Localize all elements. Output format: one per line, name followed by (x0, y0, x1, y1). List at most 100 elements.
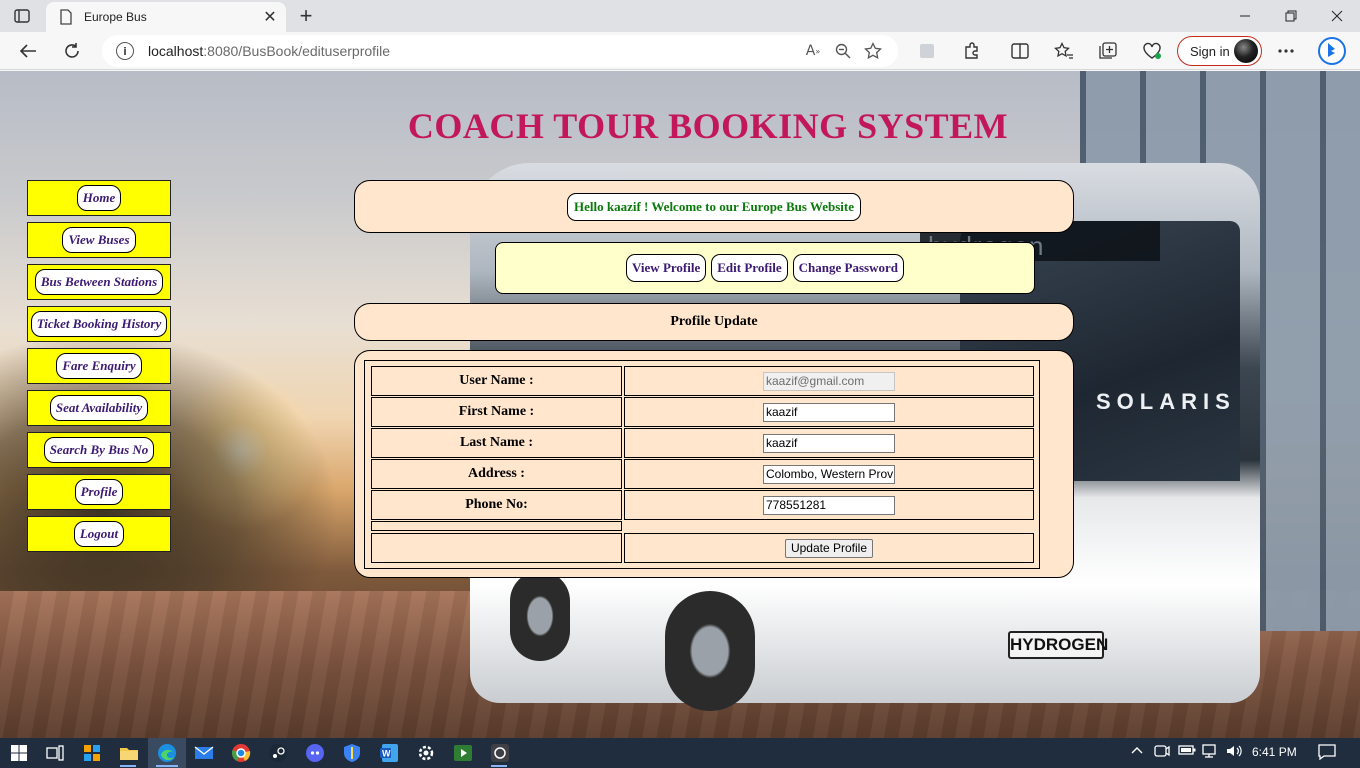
sidebar-item-profile[interactable]: Profile (27, 474, 171, 510)
battery-icon[interactable] (1178, 744, 1196, 760)
zoom-out-icon[interactable] (828, 39, 858, 63)
sidebar-item-home[interactable]: Home (27, 180, 171, 216)
mail-icon[interactable] (193, 742, 215, 764)
phone-no-field[interactable]: 778551281 (763, 495, 895, 515)
page-icon (60, 9, 72, 25)
tool-icon[interactable] (489, 742, 511, 764)
sidebar-item-ticket-booking-history[interactable]: Ticket Booking History (27, 306, 171, 342)
running-indicator (120, 765, 136, 767)
sidebar-item-label[interactable]: Bus Between Stations (34, 269, 164, 295)
table-row: Last Name : kaazif (371, 428, 1034, 458)
tab-actions-icon[interactable] (8, 6, 36, 26)
address-cell: Colombo, Western Prov (624, 459, 1034, 489)
word-icon[interactable]: W (378, 742, 400, 764)
first-name-field[interactable]: kaazif (763, 402, 895, 422)
chevron-up-icon[interactable] (1130, 744, 1144, 760)
sidebar-item-view-buses[interactable]: View Buses (27, 222, 171, 258)
browser-tab-bar: Europe Bus ✕ + (0, 0, 1360, 32)
user-name-cell: kaazif@gmail.com (624, 366, 1034, 396)
user-name-label: User Name : (371, 366, 622, 396)
background-bus-wheel (665, 591, 755, 711)
welcome-panel: Hello kaazif ! Welcome to our Europe Bus… (354, 180, 1074, 233)
sidebar-item-fare-enquiry[interactable]: Fare Enquiry (27, 348, 171, 384)
meet-now-icon[interactable] (1154, 744, 1170, 762)
browser-tab[interactable]: Europe Bus ✕ (46, 2, 286, 32)
sidebar-nav: Home View Buses Bus Between Stations Tic… (27, 180, 171, 558)
form-table: User Name : kaazif@gmail.com First Name … (364, 360, 1040, 569)
phone-no-label: Phone No: (371, 490, 622, 520)
sidebar-item-label[interactable]: Home (76, 185, 122, 211)
update-profile-button[interactable]: Update Profile (784, 538, 874, 558)
last-name-cell: kaazif (624, 428, 1034, 458)
sidebar-item-label[interactable]: Search By Bus No (43, 437, 155, 463)
steam-icon[interactable] (267, 742, 289, 764)
file-explorer-icon[interactable] (118, 742, 140, 764)
collections-icon[interactable] (1094, 38, 1122, 64)
last-name-field[interactable]: kaazif (763, 433, 895, 453)
new-tab-button[interactable]: + (294, 3, 318, 28)
table-row-spacer (371, 521, 1033, 531)
sidebar-item-seat-availability[interactable]: Seat Availability (27, 390, 171, 426)
browser-essentials-icon[interactable] (1138, 38, 1166, 64)
table-row: First Name : kaazif (371, 397, 1034, 427)
sidebar-item-bus-between-stations[interactable]: Bus Between Stations (27, 264, 171, 300)
media-icon[interactable] (452, 742, 474, 764)
site-info-icon[interactable]: i (116, 42, 134, 60)
favorite-star-icon[interactable] (858, 39, 888, 63)
address-url[interactable]: localhost:8080/BusBook/edituserprofile (148, 43, 798, 59)
restore-icon[interactable] (1268, 0, 1314, 32)
active-indicator (156, 765, 178, 767)
minimize-icon[interactable] (1222, 0, 1268, 32)
page-viewport: hydrogen SOLARIS HYDROGEN COACH TOUR BOO… (0, 71, 1360, 738)
welcome-message: Hello kaazif ! Welcome to our Europe Bus… (567, 192, 861, 221)
back-arrow-icon[interactable] (14, 38, 42, 64)
avatar (1234, 39, 1258, 63)
sidebar-item-label[interactable]: Fare Enquiry (56, 353, 142, 379)
task-view-icon[interactable] (44, 742, 66, 764)
windows-start-icon[interactable] (8, 742, 30, 764)
sidebar-item-label[interactable]: Logout (73, 521, 125, 547)
read-aloud-icon[interactable]: A» (798, 39, 828, 63)
favorites-icon[interactable] (1050, 38, 1078, 64)
first-name-label: First Name : (371, 397, 622, 427)
change-password-link[interactable]: Change Password (792, 254, 904, 282)
close-tab-icon[interactable]: ✕ (258, 5, 282, 29)
refresh-icon[interactable] (58, 38, 86, 64)
network-icon[interactable] (1202, 744, 1220, 762)
svg-text:W: W (382, 749, 391, 759)
profile-subnav: View Profile Edit Profile Change Passwor… (495, 242, 1035, 294)
sidebar-item-label[interactable]: Ticket Booking History (30, 311, 168, 337)
bing-icon[interactable] (1316, 36, 1348, 66)
volume-icon[interactable] (1226, 744, 1244, 762)
close-window-icon[interactable] (1314, 0, 1360, 32)
settings-icon[interactable] (415, 742, 437, 764)
taskbar-clock[interactable]: 6:41 PM (1252, 745, 1297, 759)
last-name-label: Last Name : (371, 428, 622, 458)
address-field[interactable]: Colombo, Western Prov (763, 464, 895, 484)
widgets-icon[interactable] (81, 742, 103, 764)
edit-profile-link[interactable]: Edit Profile (711, 254, 788, 282)
sidebar-item-label[interactable]: Seat Availability (49, 395, 149, 421)
sidebar-item-logout[interactable]: Logout (27, 516, 171, 552)
sidebar-item-search-by-bus-no[interactable]: Search By Bus No (27, 432, 171, 468)
edge-icon[interactable] (156, 742, 178, 764)
notifications-icon[interactable] (1318, 744, 1336, 764)
sidebar-item-label[interactable]: View Buses (62, 227, 136, 253)
sign-in-button[interactable]: Sign in (1177, 36, 1262, 66)
chrome-icon[interactable] (230, 742, 252, 764)
more-options-icon[interactable] (1272, 38, 1300, 64)
split-screen-icon[interactable] (1006, 38, 1034, 64)
address-bar[interactable]: i localhost:8080/BusBook/edituserprofile… (102, 35, 898, 67)
bus-brand-logo: SOLARIS (1096, 389, 1236, 414)
view-profile-link[interactable]: View Profile (626, 254, 707, 282)
table-row: Phone No: 778551281 (371, 490, 1034, 520)
security-icon[interactable] (341, 742, 363, 764)
user-name-field: kaazif@gmail.com (763, 371, 895, 391)
sidebar-item-label[interactable]: Profile (74, 479, 124, 505)
extensions-icon[interactable] (957, 38, 985, 64)
page-title: COACH TOUR BOOKING SYSTEM (407, 106, 1009, 146)
extension-icon[interactable] (913, 38, 941, 64)
phone-no-cell: 778551281 (624, 490, 1034, 520)
background-bus-wheel (510, 571, 570, 661)
discord-icon[interactable] (304, 742, 326, 764)
